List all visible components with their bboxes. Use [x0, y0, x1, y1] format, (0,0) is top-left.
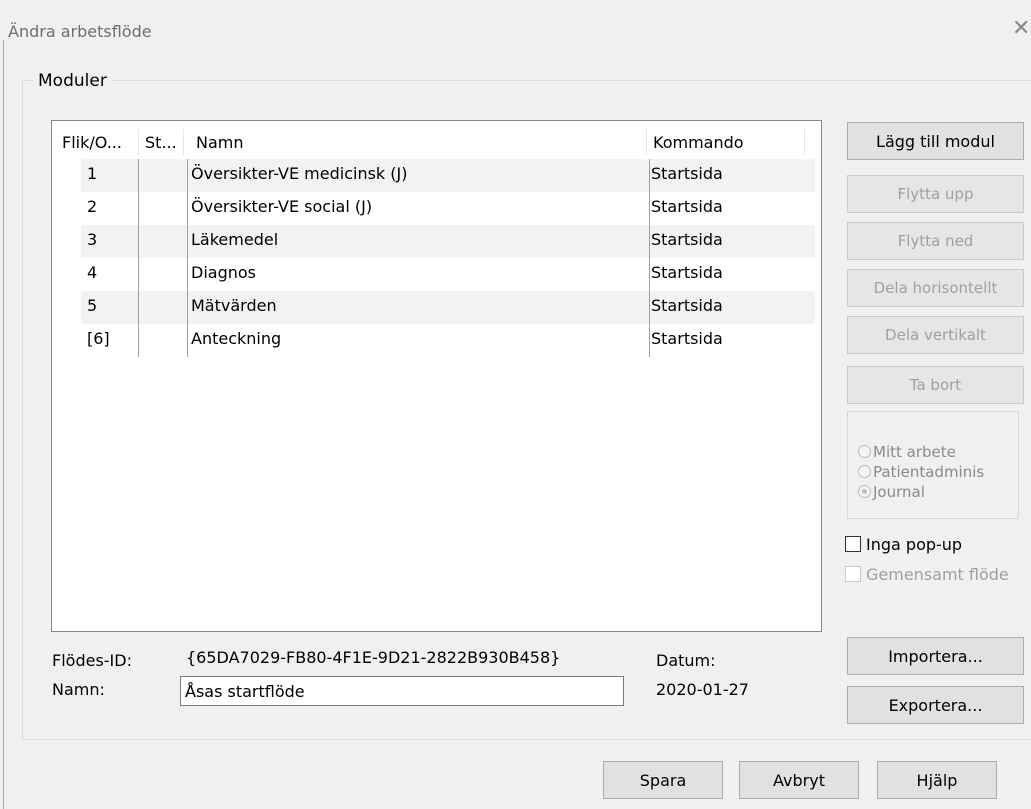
name-field[interactable]: Åsas startflöde: [180, 676, 624, 706]
split-horizontal-button[interactable]: Dela horisontellt: [847, 269, 1024, 307]
export-button[interactable]: Exportera...: [847, 686, 1024, 724]
move-up-button[interactable]: Flytta upp: [847, 175, 1024, 213]
table-row[interactable]: [6] Anteckning Startsida: [81, 324, 815, 357]
flow-id-value: {65DA7029-FB80-4F1E-9D21-2822B930B458}: [186, 648, 561, 667]
radio-label: Journal: [873, 483, 925, 501]
grid-line: [138, 159, 139, 357]
radio-label: Mitt arbete: [873, 443, 956, 461]
import-button[interactable]: Importera...: [847, 637, 1024, 675]
row-command: Startsida: [651, 230, 723, 249]
row-name: Översikter-VE medicinsk (J): [191, 164, 408, 183]
radio-dot-icon: [862, 489, 867, 494]
column-header-tab[interactable]: Flik/O...: [62, 133, 122, 152]
row-name: Anteckning: [191, 329, 282, 348]
table-row[interactable]: 5 Mätvärden Startsida: [81, 291, 815, 324]
modules-list[interactable]: Flik/O... St... Namn Kommando 1 Översikt…: [51, 120, 822, 632]
shared-flow-checkbox[interactable]: [845, 566, 861, 582]
save-button[interactable]: Spara: [603, 761, 723, 799]
row-command: Startsida: [651, 197, 723, 216]
column-header-command[interactable]: Kommando: [653, 133, 744, 152]
grid-line: [649, 159, 650, 357]
column-header-name[interactable]: Namn: [196, 133, 244, 152]
row-name: Diagnos: [191, 263, 256, 282]
row-tab: 1: [87, 164, 98, 183]
row-command: Startsida: [651, 164, 723, 183]
grid-line: [187, 159, 188, 357]
close-icon[interactable]: ✕: [1012, 18, 1030, 40]
window-title: Ändra arbetsflöde: [8, 22, 152, 41]
column-divider[interactable]: [646, 129, 647, 155]
row-name: Översikter-VE social (J): [191, 197, 373, 216]
row-name: Läkemedel: [191, 230, 279, 249]
no-popup-label: Inga pop-up: [866, 535, 963, 554]
help-button[interactable]: Hjälp: [877, 761, 997, 799]
split-vertical-button[interactable]: Dela vertikalt: [847, 316, 1024, 354]
radio-selected-icon: [858, 485, 871, 498]
row-tab: 3: [87, 230, 98, 249]
name-label: Namn:: [52, 680, 105, 699]
row-tab: [6]: [87, 329, 110, 348]
row-tab: 5: [87, 296, 98, 315]
row-tab: 2: [87, 197, 98, 216]
radio-circle-icon: [858, 445, 871, 458]
column-divider[interactable]: [804, 129, 805, 155]
row-tab: 4: [87, 263, 98, 282]
row-name: Mätvärden: [191, 296, 277, 315]
cancel-button[interactable]: Avbryt: [739, 761, 859, 799]
row-command: Startsida: [651, 263, 723, 282]
no-popup-checkbox[interactable]: [845, 536, 861, 552]
radio-circle-icon: [858, 465, 871, 478]
flow-id-label: Flödes-ID:: [52, 651, 132, 670]
table-row[interactable]: 3 Läkemedel Startsida: [81, 225, 815, 258]
column-header-status[interactable]: St...: [145, 133, 177, 152]
date-value: 2020-01-27: [656, 680, 749, 699]
window-edge: [3, 40, 4, 809]
move-down-button[interactable]: Flytta ned: [847, 222, 1024, 260]
radio-label: Patientadminis: [873, 463, 985, 481]
column-divider[interactable]: [138, 129, 139, 155]
add-module-button[interactable]: Lägg till modul: [847, 122, 1024, 160]
shared-flow-label: Gemensamt flöde: [866, 565, 1009, 584]
table-row[interactable]: 2 Översikter-VE social (J) Startsida: [81, 192, 815, 225]
table-row[interactable]: 4 Diagnos Startsida: [81, 258, 815, 291]
remove-button[interactable]: Ta bort: [847, 366, 1024, 404]
column-divider[interactable]: [183, 129, 184, 155]
row-command: Startsida: [651, 329, 723, 348]
table-row[interactable]: 1 Översikter-VE medicinsk (J) Startsida: [81, 159, 815, 192]
row-command: Startsida: [651, 296, 723, 315]
date-label: Datum:: [656, 651, 716, 670]
modules-group-label: Moduler: [34, 71, 111, 91]
